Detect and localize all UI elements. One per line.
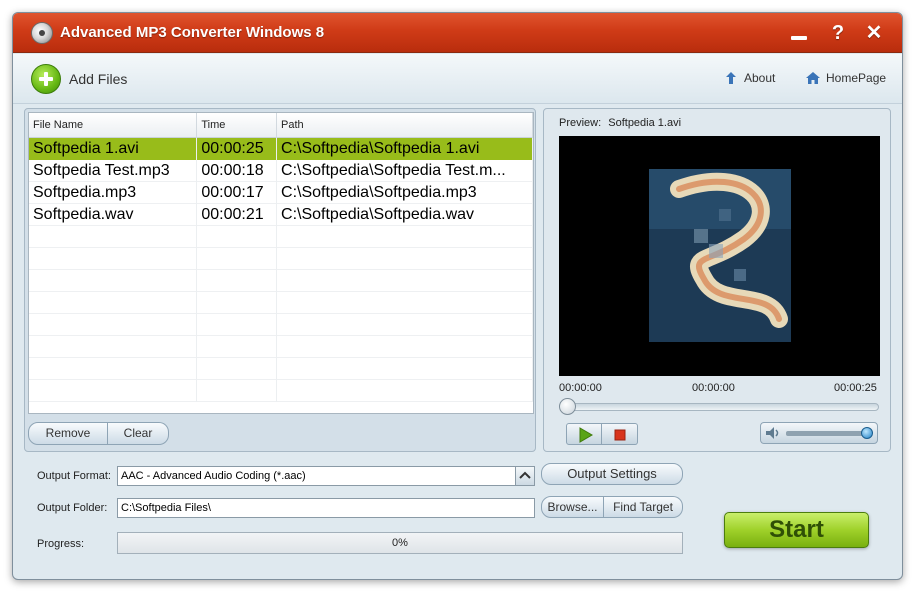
cell-time: 00:00:17 xyxy=(197,182,278,204)
close-button[interactable]: ✕ xyxy=(861,21,887,45)
table-row[interactable]: Softpedia 1.avi 00:00:25 C:\Softpedia\So… xyxy=(29,138,533,160)
help-button[interactable]: ? xyxy=(825,21,851,45)
time-current: 00:00:00 xyxy=(692,382,735,394)
output-format-select[interactable]: AAC - Advanced Audio Coding (*.aac) xyxy=(117,466,516,486)
cd-icon xyxy=(31,22,53,44)
output-format-label: Output Format: xyxy=(37,470,111,482)
table-row[interactable]: Softpedia.mp3 00:00:17 C:\Softpedia\Soft… xyxy=(29,182,533,204)
app-window: Advanced MP3 Converter Windows 8 ? ✕ Add… xyxy=(12,12,903,580)
output-folder-field[interactable]: C:\Softpedia Files\ xyxy=(117,498,535,518)
format-dropdown-button[interactable] xyxy=(515,466,535,486)
add-files-label: Add Files xyxy=(69,71,128,87)
toolbar: Add Files About HomePage xyxy=(13,54,902,104)
speaker-icon xyxy=(766,427,779,439)
empty-row xyxy=(29,314,533,336)
table-row[interactable]: Softpedia Test.mp3 00:00:18 C:\Softpedia… xyxy=(29,160,533,182)
homepage-link[interactable]: HomePage xyxy=(806,71,886,85)
empty-row xyxy=(29,292,533,314)
play-icon xyxy=(579,427,593,443)
homepage-label: HomePage xyxy=(826,71,887,85)
volume-slider-handle[interactable] xyxy=(861,427,873,439)
empty-row xyxy=(29,380,533,402)
progress-text: 0% xyxy=(392,537,408,549)
empty-row xyxy=(29,248,533,270)
file-table[interactable]: File Name Time Path Softpedia 1.avi 00:0… xyxy=(28,112,534,414)
file-list-panel: File Name Time Path Softpedia 1.avi 00:0… xyxy=(24,108,536,452)
cell-path: C:\Softpedia\Softpedia.wav xyxy=(277,204,533,226)
remove-button[interactable]: Remove xyxy=(28,422,108,445)
cell-path: C:\Softpedia\Softpedia 1.avi xyxy=(277,138,533,160)
video-preview[interactable] xyxy=(559,136,880,376)
about-label: About xyxy=(744,71,776,85)
volume-slider-track[interactable] xyxy=(786,431,870,436)
seek-handle[interactable] xyxy=(559,398,576,415)
column-header-time[interactable]: Time xyxy=(197,113,278,138)
title-bar[interactable]: Advanced MP3 Converter Windows 8 ? ✕ xyxy=(13,13,902,53)
window-title: Advanced MP3 Converter Windows 8 xyxy=(60,24,325,41)
play-button[interactable] xyxy=(566,423,602,445)
column-header-path[interactable]: Path xyxy=(277,113,533,138)
chevron-up-icon xyxy=(519,471,531,479)
video-frame-image xyxy=(649,169,791,342)
stop-button[interactable] xyxy=(602,423,638,445)
plus-icon xyxy=(31,64,61,94)
preview-label: Preview: xyxy=(559,117,602,129)
browse-button[interactable]: Browse... xyxy=(541,496,604,518)
cell-time: 00:00:18 xyxy=(197,160,278,182)
empty-row xyxy=(29,226,533,248)
cell-path: C:\Softpedia\Softpedia Test.m... xyxy=(277,160,533,182)
progress-bar: 0% xyxy=(117,532,683,554)
preview-file-name: Softpedia 1.avi xyxy=(608,117,682,129)
add-files-button[interactable]: Add Files xyxy=(31,62,127,96)
empty-row xyxy=(29,358,533,380)
output-settings-button[interactable]: Output Settings xyxy=(541,463,683,485)
table-header: File Name Time Path xyxy=(29,113,533,138)
time-start: 00:00:00 xyxy=(559,382,602,394)
table-row[interactable]: Softpedia.wav 00:00:21 C:\Softpedia\Soft… xyxy=(29,204,533,226)
cell-path: C:\Softpedia\Softpedia.mp3 xyxy=(277,182,533,204)
output-folder-label: Output Folder: xyxy=(37,502,108,514)
seek-bar[interactable] xyxy=(562,403,879,411)
playback-controls xyxy=(566,423,638,445)
start-button[interactable]: Start xyxy=(724,512,869,548)
video-frame-art xyxy=(649,169,791,342)
about-link[interactable]: About xyxy=(725,71,775,85)
home-icon xyxy=(806,72,820,84)
stop-icon xyxy=(614,429,626,441)
cell-time: 00:00:21 xyxy=(197,204,278,226)
column-header-file-name[interactable]: File Name xyxy=(29,113,198,138)
list-buttons: Remove Clear xyxy=(28,422,169,445)
clear-button[interactable]: Clear xyxy=(108,422,169,445)
cell-file-name: Softpedia 1.avi xyxy=(29,138,198,160)
empty-row xyxy=(29,270,533,292)
preview-panel: Preview: Softpedia 1.avi 00:00:00 00:00:… xyxy=(543,108,891,452)
cell-file-name: Softpedia.wav xyxy=(29,204,198,226)
minimize-button[interactable] xyxy=(786,21,812,45)
progress-label: Progress: xyxy=(37,538,85,550)
cell-file-name: Softpedia Test.mp3 xyxy=(29,160,198,182)
empty-row xyxy=(29,336,533,358)
volume-control[interactable] xyxy=(760,422,878,444)
find-target-button[interactable]: Find Target xyxy=(604,496,683,518)
time-end: 00:00:25 xyxy=(834,382,877,394)
cell-time: 00:00:25 xyxy=(197,138,278,160)
up-arrow-icon xyxy=(726,72,736,84)
cell-file-name: Softpedia.mp3 xyxy=(29,182,198,204)
